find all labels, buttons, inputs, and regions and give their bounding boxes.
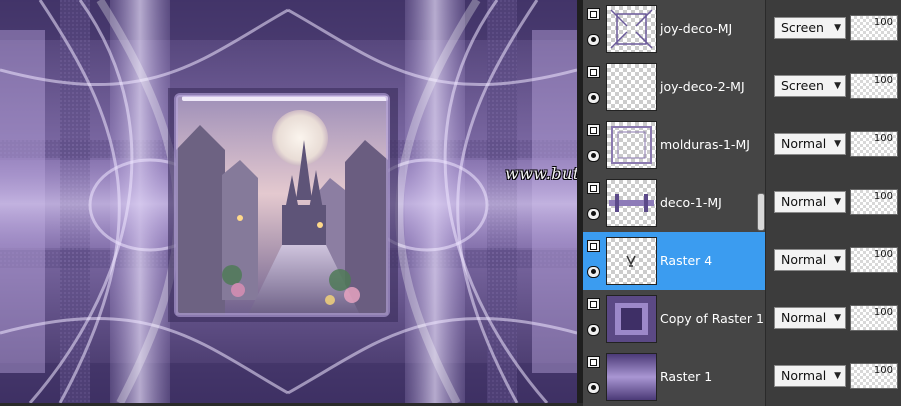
layer-name: Raster 1 <box>660 369 713 384</box>
blend-mode-value: Normal <box>781 194 827 209</box>
layer-thumbnail <box>606 5 657 53</box>
layer-thumbnail <box>606 237 657 285</box>
layer-toggles <box>583 348 605 406</box>
opacity-field[interactable]: 100 <box>850 247 898 273</box>
blend-mode-dropdown[interactable]: Screen ▼ <box>774 17 846 39</box>
layer-name-area[interactable]: Raster 1 <box>583 348 765 406</box>
layers-panel: joy-deco-MJ Screen ▼ 100 joy-deco-2-MJ Sc… <box>577 0 901 406</box>
opacity-field[interactable]: 100 <box>850 73 898 99</box>
layer-controls: Normal ▼ 100 <box>765 290 901 348</box>
blend-mode-value: Normal <box>781 136 827 151</box>
layer-name: molduras-1-MJ <box>660 137 750 152</box>
opacity-field[interactable]: 100 <box>850 305 898 331</box>
opacity-field[interactable]: 100 <box>850 363 898 389</box>
opacity-value: 100 <box>873 365 893 376</box>
opacity-value: 100 <box>873 191 893 202</box>
layer-row-raster-1[interactable]: Raster 1 Normal ▼ 100 <box>583 348 901 406</box>
layer-row-copy-of-raster-1[interactable]: Copy of Raster 1 Normal ▼ 100 <box>583 290 901 348</box>
layer-controls: Screen ▼ 100 <box>765 0 901 58</box>
blend-mode-dropdown[interactable]: Normal ▼ <box>774 365 846 387</box>
layer-toggles <box>583 116 605 174</box>
chevron-down-icon: ▼ <box>834 197 841 207</box>
chevron-down-icon: ▼ <box>834 139 841 149</box>
layer-controls: Normal ▼ 100 <box>765 232 901 290</box>
opacity-value: 100 <box>873 17 893 28</box>
opacity-field[interactable]: 100 <box>850 189 898 215</box>
opacity-value: 100 <box>873 249 893 260</box>
layer-row-joy-deco-2-mj[interactable]: joy-deco-2-MJ Screen ▼ 100 <box>583 58 901 116</box>
blend-mode-value: Screen <box>781 78 824 93</box>
visibility-eye-icon[interactable] <box>587 92 600 104</box>
layer-type-icon[interactable] <box>587 8 600 20</box>
layer-row-raster-4[interactable]: Raster 4 Normal ▼ 100 <box>583 232 901 290</box>
blend-mode-dropdown[interactable]: Normal ▼ <box>774 249 846 271</box>
watermark-text: www.butterfly.adv.br - Maria José <box>505 164 577 183</box>
layer-thumbnail <box>606 63 657 111</box>
visibility-eye-icon[interactable] <box>587 208 600 220</box>
layer-toggles <box>583 0 605 58</box>
layer-toggles <box>583 58 605 116</box>
layer-controls: Normal ▼ 100 <box>765 348 901 406</box>
visibility-eye-icon[interactable] <box>587 266 600 278</box>
artwork <box>0 0 577 403</box>
layer-name-area[interactable]: Copy of Raster 1 <box>583 290 765 348</box>
layer-row-molduras-1-mj[interactable]: molduras-1-MJ Normal ▼ 100 <box>583 116 901 174</box>
layer-name: Copy of Raster 1 <box>660 311 764 326</box>
visibility-eye-icon[interactable] <box>587 150 600 162</box>
visibility-eye-icon[interactable] <box>587 382 600 394</box>
layer-toggles <box>583 290 605 348</box>
layer-name-area[interactable]: molduras-1-MJ <box>583 116 765 174</box>
layer-thumbnail <box>606 121 657 169</box>
blend-mode-dropdown[interactable]: Normal ▼ <box>774 307 846 329</box>
chevron-down-icon: ▼ <box>834 371 841 381</box>
chevron-down-icon: ▼ <box>834 81 841 91</box>
layer-name: Raster 4 <box>660 253 713 268</box>
opacity-field[interactable]: 100 <box>850 131 898 157</box>
layer-type-icon[interactable] <box>587 66 600 78</box>
blend-mode-dropdown[interactable]: Normal ▼ <box>774 133 846 155</box>
layer-type-icon[interactable] <box>587 356 600 368</box>
layer-type-icon[interactable] <box>587 298 600 310</box>
layer-row-joy-deco-mj[interactable]: joy-deco-MJ Screen ▼ 100 <box>583 0 901 58</box>
layer-thumbnail <box>606 179 657 227</box>
chevron-down-icon: ▼ <box>834 313 841 323</box>
chevron-down-icon: ▼ <box>834 255 841 265</box>
layer-name-area[interactable]: joy-deco-2-MJ <box>583 58 765 116</box>
visibility-eye-icon[interactable] <box>587 34 600 46</box>
layer-thumbnail <box>606 353 657 401</box>
layer-name: joy-deco-2-MJ <box>660 79 745 94</box>
blend-mode-value: Normal <box>781 310 827 325</box>
blend-mode-value: Screen <box>781 20 824 35</box>
opacity-value: 100 <box>873 75 893 86</box>
layer-controls: Normal ▼ 100 <box>765 116 901 174</box>
layer-name-area[interactable]: Raster 4 <box>583 232 765 290</box>
layer-type-icon[interactable] <box>587 182 600 194</box>
layer-toggles <box>583 174 605 232</box>
layer-controls: Normal ▼ 100 <box>765 174 901 232</box>
layer-name-area[interactable]: joy-deco-MJ <box>583 0 765 58</box>
image-canvas[interactable]: www.butterfly.adv.br - Maria José <box>0 0 577 403</box>
blend-mode-dropdown[interactable]: Normal ▼ <box>774 191 846 213</box>
opacity-value: 100 <box>873 307 893 318</box>
layer-toggles <box>583 232 605 290</box>
layer-row-deco-1-mj[interactable]: deco-1-MJ Normal ▼ 100 <box>583 174 901 232</box>
layer-thumbnail <box>606 295 657 343</box>
blend-mode-dropdown[interactable]: Screen ▼ <box>774 75 846 97</box>
blend-mode-value: Normal <box>781 368 827 383</box>
panel-splitter-handle[interactable] <box>757 193 765 231</box>
opacity-field[interactable]: 100 <box>850 15 898 41</box>
layer-type-icon[interactable] <box>587 124 600 136</box>
opacity-value: 100 <box>873 133 893 144</box>
visibility-eye-icon[interactable] <box>587 324 600 336</box>
layer-name: joy-deco-MJ <box>660 21 733 36</box>
layer-name-area[interactable]: deco-1-MJ <box>583 174 765 232</box>
blend-mode-value: Normal <box>781 252 827 267</box>
layer-controls: Screen ▼ 100 <box>765 58 901 116</box>
chevron-down-icon: ▼ <box>834 23 841 33</box>
layer-type-icon[interactable] <box>587 240 600 252</box>
layer-name: deco-1-MJ <box>660 195 722 210</box>
